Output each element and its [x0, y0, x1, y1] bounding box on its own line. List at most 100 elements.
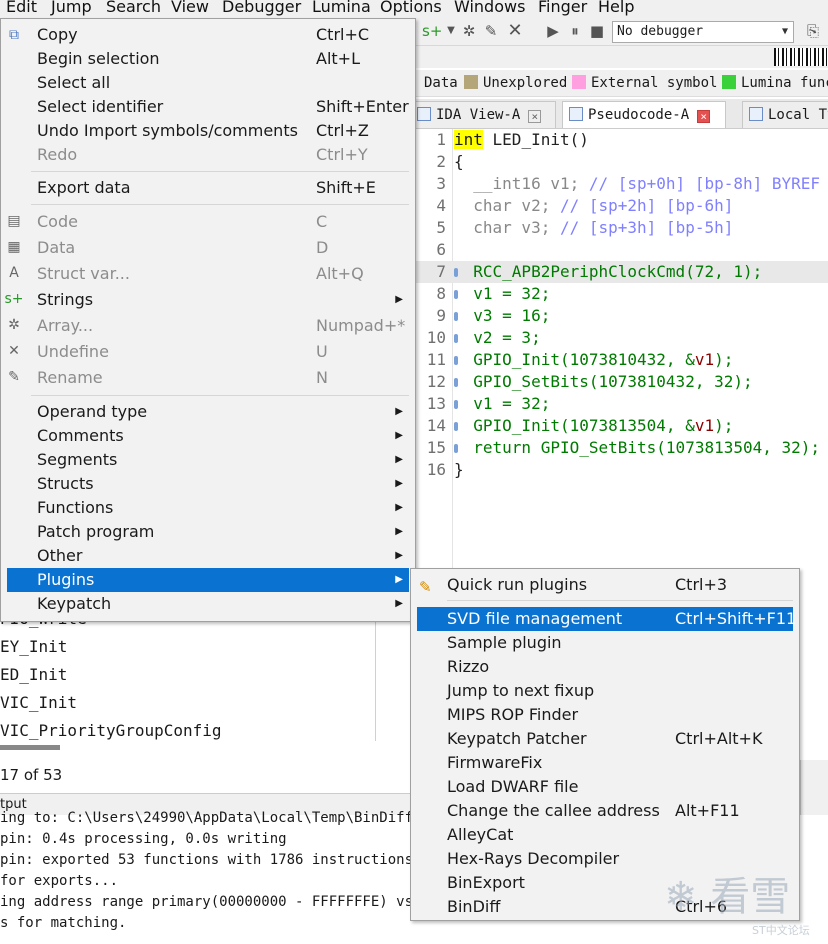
code-line[interactable]: 10 v2 = 3;: [416, 327, 828, 349]
menu-item-patch-program[interactable]: Patch program ▶: [7, 520, 409, 544]
menu-item-begin-selection[interactable]: Begin selection Alt+L: [7, 47, 409, 71]
menu-item-label: Data: [37, 238, 76, 257]
menu-item-plugins[interactable]: Plugins ▶: [7, 568, 409, 592]
functions-list[interactable]: PIO_Write EY_Init ED_Init VIC_Init VIC_P…: [0, 613, 376, 741]
code-line[interactable]: 5 char v3; // [sp+3h] [bp-5h]: [416, 217, 828, 239]
menu-item-array[interactable]: ✲ Array... Numpad+*: [7, 313, 409, 339]
stop-icon[interactable]: ■: [588, 22, 606, 40]
menu-item-rename[interactable]: ✎ Rename N: [7, 365, 409, 391]
code-line[interactable]: 14 GPIO_Init(1073813504, &v1);: [416, 415, 828, 437]
plugin-item-mips-rop-finder[interactable]: MIPS ROP Finder: [417, 703, 793, 727]
menu-item-undefine[interactable]: ✕ Undefine U: [7, 339, 409, 365]
list-item[interactable]: ED_Init: [0, 661, 67, 689]
output-line: ing address range primary(00000000 - FFF…: [0, 894, 439, 910]
debugger-select[interactable]: No debugger ▼: [612, 21, 794, 43]
plugin-item-keypatch-patcher[interactable]: Keypatch Patcher Ctrl+Alt+K: [417, 727, 793, 751]
play-icon[interactable]: ▶: [544, 22, 562, 40]
menu-item-operand-type[interactable]: Operand type ▶: [7, 400, 409, 424]
submenu-arrow-icon: ▶: [395, 454, 403, 465]
code-token: int: [454, 130, 483, 149]
tab-local-types[interactable]: Local Ty: [742, 101, 828, 128]
navigation-band-bars: [774, 48, 828, 66]
code-line[interactable]: 2{: [416, 151, 828, 173]
menu-finger[interactable]: Finger: [538, 0, 587, 16]
code-line[interactable]: 11 GPIO_Init(1073810432, &v1);: [416, 349, 828, 371]
code-line[interactable]: 12 GPIO_SetBits(1073810432, 32);: [416, 371, 828, 393]
code-text: GPIO_Init(1073813504, &v1);: [454, 415, 733, 437]
code-line[interactable]: 9 v3 = 16;: [416, 305, 828, 327]
code-line[interactable]: 1 int LED_Init(): [416, 129, 828, 151]
functions-scrollbar[interactable]: [0, 745, 60, 750]
tab-ida-view-a[interactable]: IDA View-A ×: [416, 101, 556, 128]
code-line[interactable]: 6: [416, 239, 828, 261]
code-line[interactable]: 13 v1 = 32;: [416, 393, 828, 415]
line-number: 10: [426, 328, 446, 347]
menu-windows[interactable]: Windows: [454, 0, 525, 16]
list-item[interactable]: VIC_PriorityGroupConfig: [0, 717, 222, 741]
rename-icon[interactable]: ✎: [482, 22, 500, 40]
navigation-band[interactable]: [374, 46, 828, 68]
pause-icon[interactable]: ⏸: [566, 22, 584, 40]
code-line[interactable]: 7 RCC_APB2PeriphClockCmd(72, 1);: [416, 261, 828, 283]
plugin-item-load-dwarf-file[interactable]: Load DWARF file: [417, 775, 793, 799]
menu-help[interactable]: Help: [598, 0, 634, 16]
menu-item-keypatch[interactable]: Keypatch ▶: [7, 592, 409, 616]
menu-item-shortcut: C: [316, 212, 328, 231]
code-token: LED_Init(): [482, 130, 589, 149]
undefine-icon[interactable]: ✕: [506, 22, 524, 40]
close-icon[interactable]: ×: [697, 110, 711, 123]
code-line[interactable]: 3 __int16 v1; // [sp+0h] [bp-8h] BYREF: [416, 173, 828, 195]
menu-item-data[interactable]: ▦ Data D: [7, 235, 409, 261]
code-text: GPIO_Init(1073810432, &v1);: [454, 349, 733, 371]
menu-item-select-identifier[interactable]: Select identifier Shift+Enter: [7, 95, 409, 119]
menu-item-other[interactable]: Other ▶: [7, 544, 409, 568]
plugin-item-quick-run-plugins[interactable]: ✎ Quick run plugins Ctrl+3: [417, 573, 793, 597]
array-icon[interactable]: ✲: [460, 22, 478, 40]
plugin-item-alleycat[interactable]: AlleyCat: [417, 823, 793, 847]
close-icon[interactable]: ×: [528, 110, 542, 123]
tab-pseudocode-a[interactable]: Pseudocode-A ×: [562, 101, 726, 128]
plugin-item-rizzo[interactable]: Rizzo: [417, 655, 793, 679]
menu-item-undo-import-symbols-comments[interactable]: Undo Import symbols/comments Ctrl+Z: [7, 119, 409, 143]
menu-item-select-all[interactable]: Select all: [7, 71, 409, 95]
menu-debugger[interactable]: Debugger: [222, 0, 301, 16]
menu-item-copy[interactable]: ⧉ Copy Ctrl+C: [7, 23, 409, 47]
menu-options[interactable]: Options: [380, 0, 442, 16]
list-item[interactable]: EY_Init: [0, 633, 67, 661]
code-line[interactable]: 8 v1 = 32;: [416, 283, 828, 305]
menu-edit[interactable]: Edit: [6, 0, 37, 16]
plugin-item-jump-to-next-fixup[interactable]: Jump to next fixup: [417, 679, 793, 703]
menu-item-shortcut: D: [316, 238, 329, 257]
code-line[interactable]: 16}: [416, 459, 828, 481]
menu-search[interactable]: Search: [106, 0, 161, 16]
menu-item-label: Operand type: [37, 402, 148, 421]
code-line[interactable]: 15 return GPIO_SetBits(1073813504, 32);: [416, 437, 828, 459]
code-line[interactable]: 4 char v2; // [sp+2h] [bp-6h]: [416, 195, 828, 217]
code-text: {: [454, 151, 464, 173]
line-number: 8: [436, 284, 446, 303]
menu-item-strings[interactable]: s+ Strings ▶: [4, 287, 409, 313]
menu-item-label: Keypatch: [37, 594, 112, 613]
menu-item-structs[interactable]: Structs ▶: [7, 472, 409, 496]
plugin-item-sample-plugin[interactable]: Sample plugin: [417, 631, 793, 655]
tool-icon[interactable]: ⎘: [804, 22, 822, 40]
menu-item-code[interactable]: ▤ Code C: [7, 209, 409, 235]
menu-lumina[interactable]: Lumina: [312, 0, 371, 16]
menu-item-export-data[interactable]: Export data Shift+E: [7, 176, 409, 200]
code-text: int LED_Init(): [454, 129, 589, 151]
menu-item-shortcut: Shift+Enter: [316, 97, 409, 116]
menu-item-segments[interactable]: Segments ▶: [7, 448, 409, 472]
list-item[interactable]: VIC_Init: [0, 689, 77, 717]
menu-view[interactable]: View: [171, 0, 209, 16]
plugin-item-firmwarefix[interactable]: FirmwareFix: [417, 751, 793, 775]
plugin-item-svd-file-management[interactable]: SVD file management Ctrl+Shift+F11: [417, 607, 796, 631]
submenu-arrow-icon: ▶: [395, 574, 403, 585]
menu-item-functions[interactable]: Functions ▶: [7, 496, 409, 520]
strings-icon[interactable]: s+: [422, 22, 442, 40]
menu-item-redo[interactable]: Redo Ctrl+Y: [7, 143, 409, 167]
menu-item-comments[interactable]: Comments ▶: [7, 424, 409, 448]
menu-jump[interactable]: Jump: [51, 0, 92, 16]
dropdown-arrow-icon[interactable]: ▼: [442, 22, 460, 40]
menu-item-struct-var[interactable]: A Struct var... Alt+Q: [7, 261, 409, 287]
plugin-item-change-the-callee-address[interactable]: Change the callee address Alt+F11: [417, 799, 793, 823]
